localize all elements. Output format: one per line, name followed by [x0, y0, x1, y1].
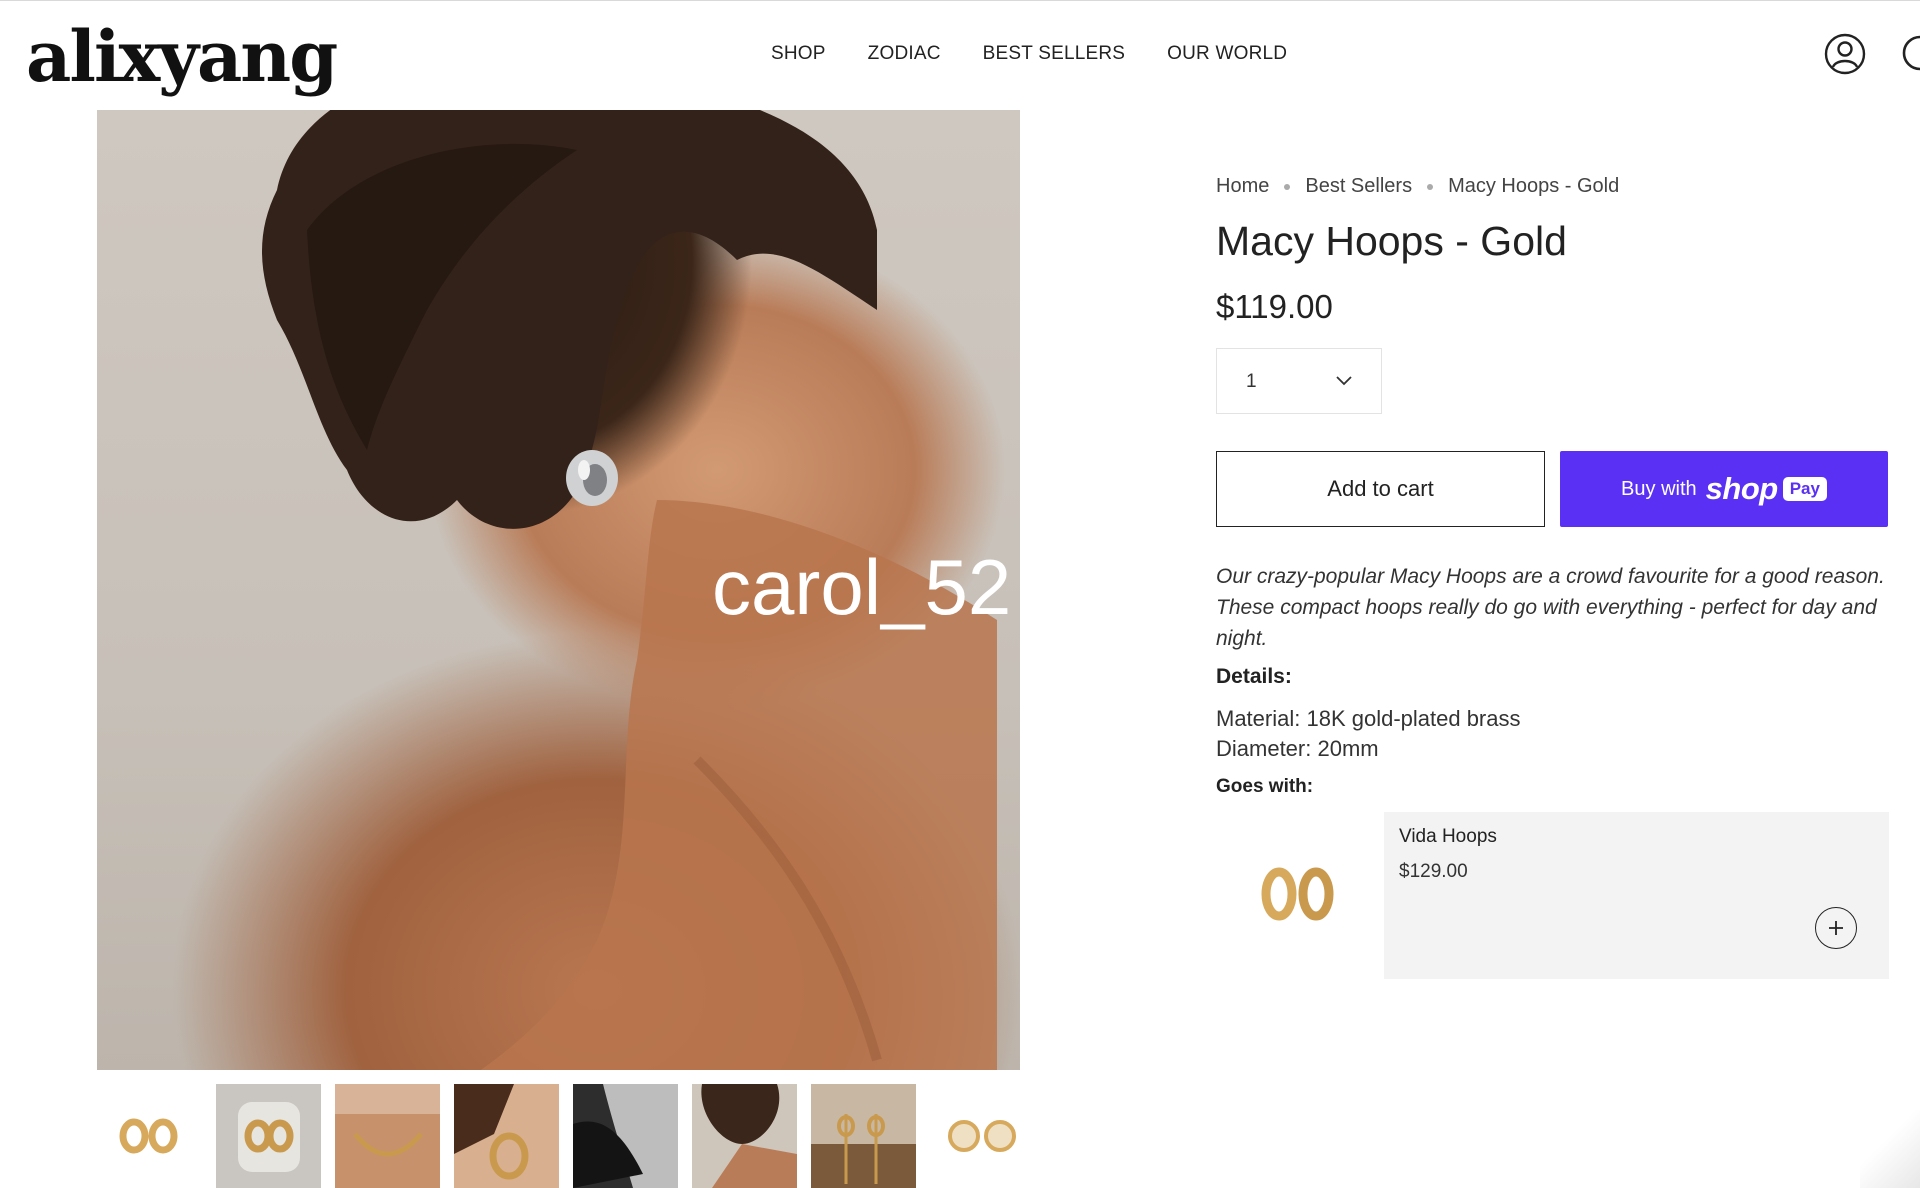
thumbnail[interactable] [97, 1084, 202, 1188]
quantity-select[interactable]: 1 [1216, 348, 1382, 414]
chevron-down-icon [1336, 376, 1352, 386]
pay-badge: Pay [1782, 477, 1827, 501]
plus-icon [1829, 921, 1843, 935]
thumbnail[interactable] [811, 1084, 916, 1188]
thumbnail-strip [97, 1084, 1020, 1188]
thumbnail[interactable] [335, 1084, 440, 1188]
buy-with-shop-pay-button[interactable]: Buy with shop Pay [1560, 451, 1888, 527]
recommended-product-card: Vida Hoops $129.00 [1384, 812, 1889, 979]
earring-shape [566, 450, 618, 506]
product-title: Macy Hoops - Gold [1216, 218, 1567, 264]
main-product-image[interactable]: carol_52 [97, 110, 1020, 1070]
details-heading: Details: [1216, 665, 1292, 688]
detail-material: Material: 18K gold-plated brass [1216, 706, 1521, 731]
breadcrumb-current: Macy Hoops - Gold [1448, 175, 1620, 197]
breadcrumb: Home Best Sellers Macy Hoops - Gold [1216, 175, 1619, 198]
thumbnail[interactable] [692, 1084, 797, 1188]
nav-shop[interactable]: SHOP [771, 43, 826, 65]
breadcrumb-separator [1427, 183, 1434, 190]
breadcrumb-best-sellers[interactable]: Best Sellers [1305, 175, 1412, 198]
recommended-product-price: $129.00 [1399, 861, 1468, 882]
main-nav: SHOP ZODIAC BEST SELLERS OUR WORLD [771, 43, 1329, 65]
buy-with-label: Buy with [1621, 477, 1697, 500]
nav-best-sellers[interactable]: BEST SELLERS [983, 43, 1126, 65]
thumbnail[interactable] [930, 1084, 1020, 1188]
product-price: $119.00 [1216, 288, 1333, 325]
thumbnail[interactable] [454, 1084, 559, 1188]
site-header: alixyang SHOP ZODIAC BEST SELLERS OUR WO… [0, 1, 1920, 109]
add-to-cart-button[interactable]: Add to cart [1216, 451, 1545, 527]
recommended-product-name[interactable]: Vida Hoops [1399, 826, 1497, 848]
add-recommended-button[interactable] [1815, 907, 1857, 949]
shop-pay-logo: shop [1705, 471, 1779, 506]
nav-our-world[interactable]: OUR WORLD [1167, 43, 1287, 65]
logo[interactable]: alixyang [26, 9, 338, 105]
breadcrumb-separator [1284, 183, 1291, 190]
recommended-product-image[interactable] [1242, 852, 1352, 932]
thumbnail[interactable] [573, 1084, 678, 1188]
breadcrumb-home[interactable]: Home [1216, 175, 1269, 198]
account-icon[interactable] [1824, 33, 1866, 75]
detail-diameter: Diameter: 20mm [1216, 736, 1379, 761]
thumbnail[interactable] [216, 1084, 321, 1188]
search-icon[interactable] [1898, 33, 1920, 75]
nav-zodiac[interactable]: ZODIAC [868, 43, 941, 65]
image-watermark: carol_52 [712, 543, 1012, 631]
quantity-value: 1 [1246, 371, 1257, 392]
goes-with-heading: Goes with: [1216, 776, 1314, 797]
product-description: Our crazy-popular Macy Hoops are a crowd… [1216, 565, 1885, 650]
corner-shadow [1860, 1110, 1920, 1188]
